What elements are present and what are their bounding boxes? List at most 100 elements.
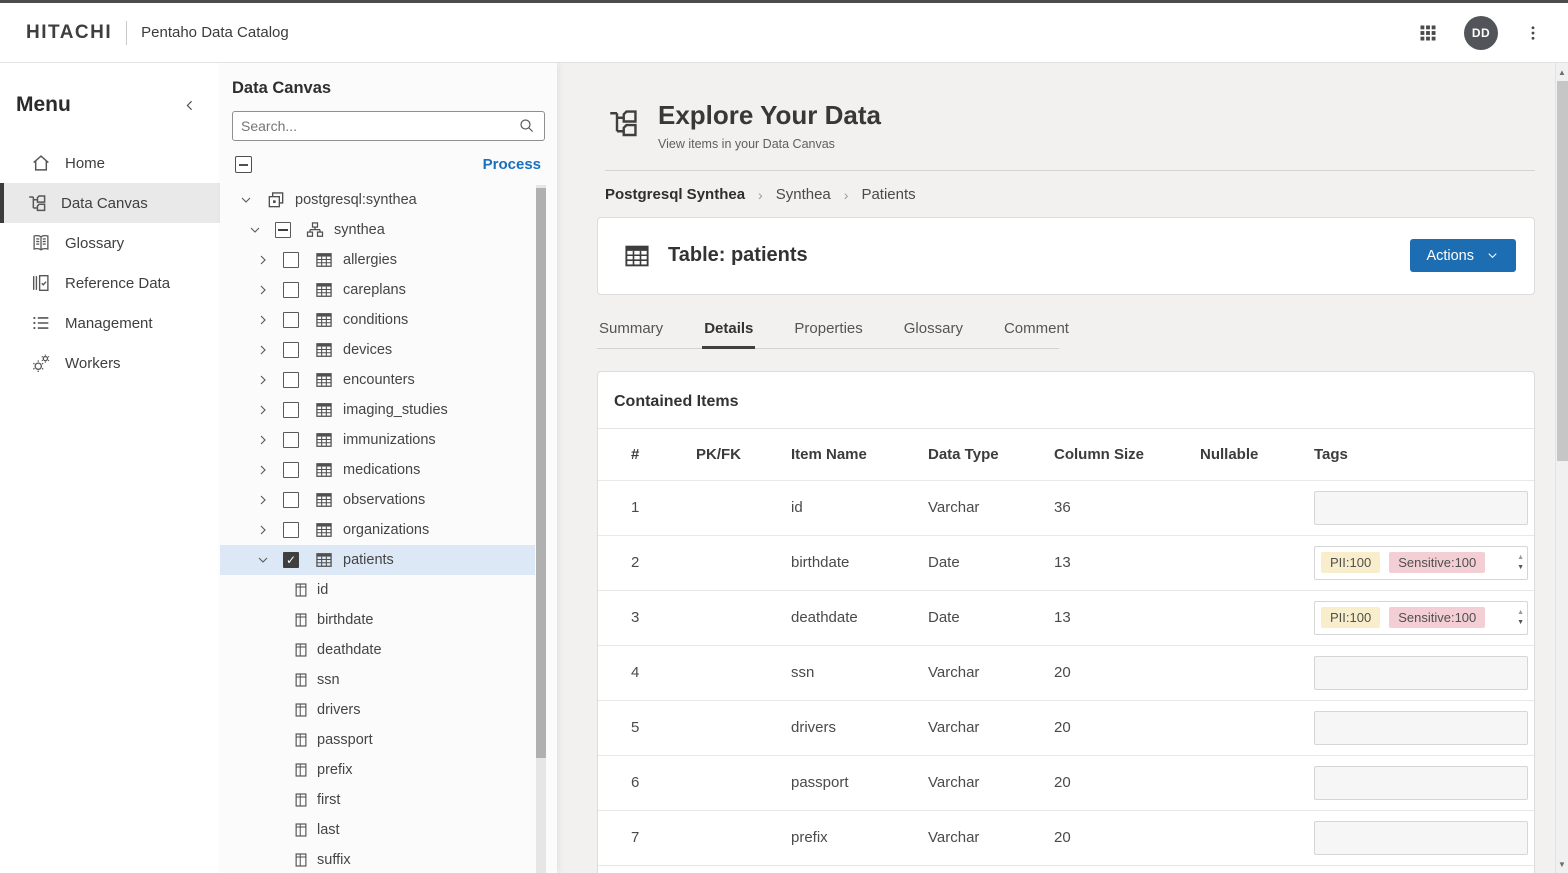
tags-input[interactable]: ▲▼ — [1314, 711, 1528, 745]
cell-number: 3 — [631, 609, 696, 626]
table-checkbox[interactable] — [283, 492, 299, 508]
table-row: 4 ssn Varchar 20 ▲▼ — [598, 645, 1534, 700]
table-checkbox[interactable] — [283, 432, 299, 448]
scrollbar-up-arrow[interactable]: ▲ — [1556, 65, 1568, 79]
table-checkbox[interactable] — [283, 312, 299, 328]
breadcrumb-separator: › — [745, 187, 776, 203]
chevron-right-icon[interactable] — [255, 372, 271, 388]
tree-scrollbar[interactable] — [536, 185, 546, 873]
sidebar-item-glossary[interactable]: Glossary — [0, 223, 220, 263]
tree-node-column[interactable]: id — [220, 575, 535, 605]
tags-input[interactable]: ▲▼ — [1314, 491, 1528, 525]
collapse-all-button[interactable] — [235, 156, 252, 173]
tree-node-column[interactable]: prefix — [220, 755, 535, 785]
process-link[interactable]: Process — [483, 156, 541, 173]
chevron-right-icon[interactable] — [255, 312, 271, 328]
tree-node-schema[interactable]: synthea — [220, 215, 535, 245]
tag-spinner[interactable]: ▲▼ — [1517, 547, 1524, 579]
tree-node-column[interactable]: birthdate — [220, 605, 535, 635]
tree-node-column[interactable]: passport — [220, 725, 535, 755]
tree-node-table[interactable]: organizations — [220, 515, 535, 545]
chevron-right-icon[interactable] — [255, 432, 271, 448]
table-checkbox[interactable] — [283, 342, 299, 358]
sidebar-collapse-icon[interactable] — [181, 97, 198, 114]
chevron-down-icon[interactable] — [238, 192, 254, 208]
tab-comment[interactable]: Comment — [1002, 312, 1071, 348]
tree-node-table[interactable]: encounters — [220, 365, 535, 395]
cell-number: 4 — [631, 664, 696, 681]
kebab-menu-icon[interactable] — [1524, 24, 1542, 42]
column-header: Tags — [1314, 446, 1534, 463]
chevron-right-icon[interactable] — [255, 282, 271, 298]
sidebar-item-home[interactable]: Home — [0, 143, 220, 183]
chevron-right-icon[interactable] — [255, 402, 271, 418]
tags-input[interactable]: ▲▼ — [1314, 766, 1528, 800]
sidebar-item-management[interactable]: Management — [0, 303, 220, 343]
apps-grid-icon[interactable] — [1418, 23, 1438, 43]
chevron-down-icon[interactable] — [247, 222, 263, 238]
search-box[interactable] — [232, 111, 545, 141]
tab-properties[interactable]: Properties — [792, 312, 864, 348]
tree-node-table[interactable]: patients — [220, 545, 535, 575]
tree-node-root[interactable]: postgresql:synthea — [220, 185, 535, 215]
breadcrumb-item[interactable]: Synthea — [776, 186, 831, 203]
tree-node-column[interactable]: deathdate — [220, 635, 535, 665]
tree-node-table[interactable]: observations — [220, 485, 535, 515]
tree-node-table[interactable]: allergies — [220, 245, 535, 275]
tree-node-table[interactable]: careplans — [220, 275, 535, 305]
search-input[interactable] — [241, 118, 518, 134]
tags-input[interactable]: PII:100 Sensitive:100 ▲▼ — [1314, 601, 1528, 635]
table-checkbox[interactable] — [283, 402, 299, 418]
table-checkbox[interactable] — [283, 552, 299, 568]
tag-chip[interactable]: Sensitive:100 — [1389, 552, 1485, 573]
chevron-right-icon[interactable] — [255, 252, 271, 268]
tag-chip[interactable]: PII:100 — [1321, 607, 1380, 628]
chevron-right-icon[interactable] — [255, 492, 271, 508]
avatar[interactable]: DD — [1464, 16, 1498, 50]
main-scrollbar-thumb[interactable] — [1557, 81, 1568, 461]
tree-node-column[interactable]: drivers — [220, 695, 535, 725]
tree-node-table[interactable]: immunizations — [220, 425, 535, 455]
tag-chip[interactable]: Sensitive:100 — [1389, 607, 1485, 628]
table-checkbox[interactable] — [283, 252, 299, 268]
sidebar-item-reference-data[interactable]: Reference Data — [0, 263, 220, 303]
tag-chip[interactable]: PII:100 — [1321, 552, 1380, 573]
chevron-right-icon[interactable] — [255, 342, 271, 358]
column-icon — [292, 821, 310, 839]
tree-node-label: patients — [343, 552, 394, 568]
table-checkbox[interactable] — [283, 462, 299, 478]
tags-input[interactable]: ▲▼ — [1314, 821, 1528, 855]
tab-glossary[interactable]: Glossary — [902, 312, 965, 348]
table-checkbox[interactable] — [283, 522, 299, 538]
sidebar-item-workers[interactable]: Workers — [0, 343, 220, 383]
tab-bar: SummaryDetailsPropertiesGlossaryComment — [597, 312, 1059, 349]
chevron-right-icon[interactable] — [255, 522, 271, 538]
tab-summary[interactable]: Summary — [597, 312, 665, 348]
tags-input[interactable]: ▲▼ — [1314, 656, 1528, 690]
scrollbar-down-arrow[interactable]: ▼ — [1556, 857, 1568, 871]
chevron-down-icon[interactable] — [255, 552, 271, 568]
actions-button[interactable]: Actions — [1410, 239, 1516, 272]
breadcrumb-item[interactable]: Postgresql Synthea — [605, 186, 745, 203]
tab-details[interactable]: Details — [702, 312, 755, 348]
table-checkbox[interactable] — [283, 282, 299, 298]
tree-node-column[interactable]: first — [220, 785, 535, 815]
table-icon — [314, 460, 334, 480]
search-icon[interactable] — [518, 117, 536, 135]
tree-node-column[interactable]: last — [220, 815, 535, 845]
main-scrollbar[interactable]: ▲ ▼ — [1555, 63, 1568, 873]
tree-scrollbar-thumb[interactable] — [536, 188, 546, 758]
tag-spinner[interactable]: ▲▼ — [1517, 602, 1524, 634]
tree-node-label: observations — [343, 492, 425, 508]
tree-node-column[interactable]: suffix — [220, 845, 535, 873]
tags-input[interactable]: PII:100 Sensitive:100 ▲▼ — [1314, 546, 1528, 580]
tree-node-table[interactable]: imaging_studies — [220, 395, 535, 425]
schema-checkbox-indeterminate[interactable] — [275, 222, 291, 238]
tree-node-table[interactable]: devices — [220, 335, 535, 365]
table-checkbox[interactable] — [283, 372, 299, 388]
tree-node-table[interactable]: conditions — [220, 305, 535, 335]
tree-node-column[interactable]: ssn — [220, 665, 535, 695]
tree-node-table[interactable]: medications — [220, 455, 535, 485]
sidebar-item-data-canvas[interactable]: Data Canvas — [0, 183, 220, 223]
chevron-right-icon[interactable] — [255, 462, 271, 478]
